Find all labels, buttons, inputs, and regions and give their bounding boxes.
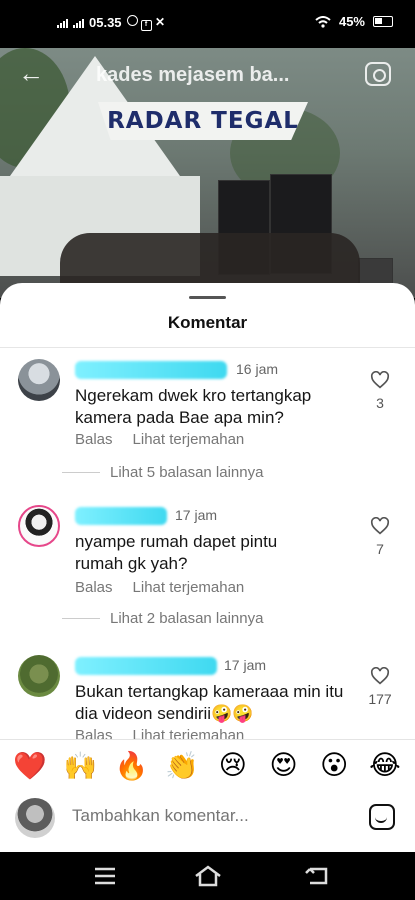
status-right: 45% xyxy=(315,14,393,29)
emoji-clapping[interactable]: 👏 xyxy=(162,750,202,782)
battery-icon xyxy=(373,16,393,27)
reply-button[interactable]: Balas xyxy=(75,431,113,448)
video-header: ← kades mejasem ba... xyxy=(0,54,415,94)
comment-item: 16 jam Ngerekam dwek kro tertangkap kame… xyxy=(0,359,415,481)
view-more-replies[interactable]: Lihat 2 balasan lainnya xyxy=(62,610,263,627)
username-redacted[interactable] xyxy=(75,361,227,379)
home-icon[interactable] xyxy=(193,864,223,888)
app-icons: f ✕ xyxy=(126,14,169,31)
avatar[interactable] xyxy=(18,359,60,401)
status-left: 05.35 f ✕ xyxy=(57,14,169,31)
view-more-replies-label: Lihat 2 balasan lainnya xyxy=(110,610,264,627)
quick-emoji-row: ❤️ 🙌 🔥 👏 😢 😍 😮 😂 xyxy=(10,750,405,782)
facebook-icon: f xyxy=(140,20,152,31)
video-player[interactable]: RADAR TEGAL ← kades mejasem ba... xyxy=(0,48,415,298)
emoji-fire[interactable]: 🔥 xyxy=(111,750,151,782)
drag-handle[interactable] xyxy=(189,296,226,299)
comment-text: Ngerekam dwek kro tertangkap kamera pada… xyxy=(75,386,312,427)
comment-composer: ❤️ 🙌 🔥 👏 😢 😍 😮 😂 xyxy=(0,739,415,851)
divider xyxy=(0,347,415,348)
comment-text: Bukan tertangkap kameraaa min itu dia vi… xyxy=(75,682,344,723)
comment-actions: Balas Lihat terjemahan xyxy=(75,431,244,448)
replies-line xyxy=(62,618,100,619)
comments-sheet: Komentar 16 jam Ngerekam dwek kro tertan… xyxy=(0,283,415,852)
reply-button[interactable]: Balas xyxy=(75,579,113,596)
avatar[interactable] xyxy=(18,655,60,697)
like-button[interactable]: 177 xyxy=(360,667,400,707)
username-redacted[interactable] xyxy=(75,657,217,675)
heart-outline-icon xyxy=(370,517,390,535)
signal-icon xyxy=(57,18,68,28)
emoji-crying[interactable]: 😢 xyxy=(213,750,253,782)
translate-button[interactable]: Lihat terjemahan xyxy=(133,431,245,448)
comment-item: 17 jam nyampe rumah dapet pintu rumah gk… xyxy=(0,505,415,627)
back-arrow-icon[interactable]: ← xyxy=(18,60,44,86)
like-count: 177 xyxy=(368,691,392,707)
username-redacted[interactable] xyxy=(75,507,167,525)
comment-input-row xyxy=(0,798,415,842)
status-bar: 05.35 f ✕ 45% xyxy=(0,0,415,48)
video-title: kades mejasem ba... xyxy=(96,64,290,86)
emoji-surprised[interactable]: 😮 xyxy=(314,750,354,782)
emoji-raising-hands[interactable]: 🙌 xyxy=(61,750,101,782)
like-button[interactable]: 7 xyxy=(367,517,393,557)
comment-time: 16 jam xyxy=(236,361,279,377)
emoji-heart[interactable]: ❤️ xyxy=(10,750,50,782)
like-count: 7 xyxy=(376,541,384,557)
whatsapp-icon xyxy=(126,15,138,26)
like-button[interactable]: 3 xyxy=(367,371,393,411)
video-banner: RADAR TEGAL xyxy=(98,102,308,140)
emoji-laughing[interactable]: 😂 xyxy=(365,750,405,782)
x-icon: ✕ xyxy=(155,15,166,29)
back-icon[interactable] xyxy=(302,864,332,888)
video-banner-text: RADAR TEGAL xyxy=(107,108,299,134)
status-time: 05.35 xyxy=(89,15,122,30)
emoji-heart-eyes[interactable]: 😍 xyxy=(264,750,304,782)
signal-icon-2 xyxy=(73,18,84,28)
camera-icon[interactable] xyxy=(365,62,391,86)
comment-actions: Balas Lihat terjemahan xyxy=(75,579,244,596)
avatar[interactable] xyxy=(18,505,60,547)
battery-percent: 45% xyxy=(338,14,365,29)
heart-outline-icon xyxy=(370,371,390,389)
like-count: 3 xyxy=(376,395,384,411)
menu-icon[interactable] xyxy=(90,864,120,888)
sticker-icon[interactable] xyxy=(369,804,395,830)
view-more-replies[interactable]: Lihat 5 balasan lainnya xyxy=(62,464,263,481)
comment-item: 17 jam Bukan tertangkap kameraaa min itu… xyxy=(0,655,415,745)
system-nav-bar xyxy=(0,852,415,900)
translate-button[interactable]: Lihat terjemahan xyxy=(133,579,245,596)
sheet-title: Komentar xyxy=(167,313,248,332)
comment-time: 17 jam xyxy=(175,507,218,523)
comment-time: 17 jam xyxy=(224,657,267,673)
comment-text: nyampe rumah dapet pintu rumah gk yah? xyxy=(75,532,278,573)
view-more-replies-label: Lihat 5 balasan lainnya xyxy=(110,464,264,481)
heart-outline-icon xyxy=(370,667,390,685)
replies-line xyxy=(62,472,100,473)
wifi-icon xyxy=(315,15,331,28)
user-avatar[interactable] xyxy=(15,798,55,838)
comment-input[interactable] xyxy=(72,806,342,826)
